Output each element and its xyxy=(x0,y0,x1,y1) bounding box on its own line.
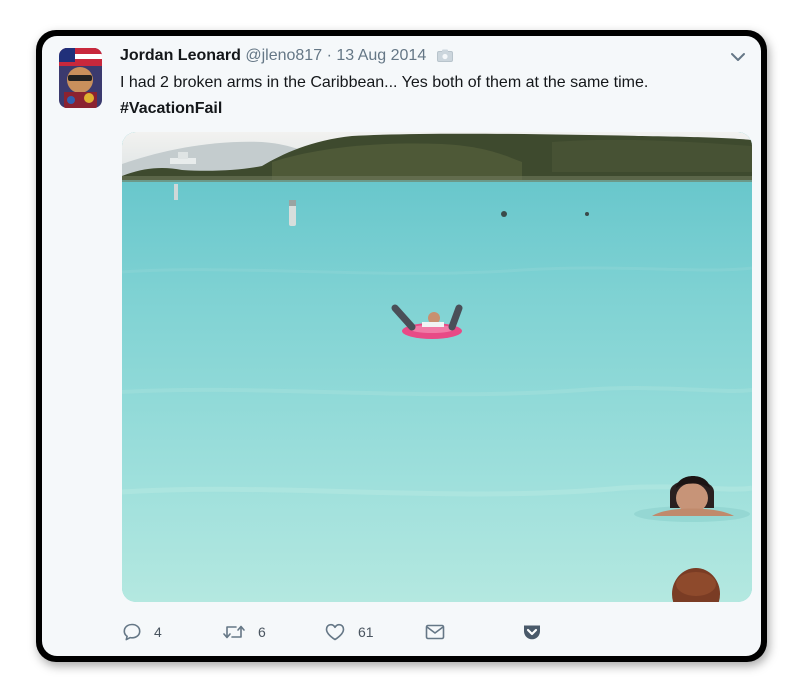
beach-photo xyxy=(122,132,752,602)
tweet-actions: 4 6 61 xyxy=(122,620,642,644)
tweet-date[interactable]: 13 Aug 2014 xyxy=(336,47,426,64)
avatar[interactable] xyxy=(59,48,102,108)
reply-count: 4 xyxy=(154,624,162,640)
envelope-icon xyxy=(425,624,445,640)
tweet-card[interactable]: Jordan Leonard @jleno817 · 13 Aug 2014 I… xyxy=(42,36,761,656)
tweet-text: I had 2 broken arms in the Caribbean... … xyxy=(120,74,649,91)
author-handle[interactable]: @jleno817 xyxy=(245,47,322,64)
like-button[interactable]: 61 xyxy=(324,620,374,644)
like-count: 61 xyxy=(358,624,374,640)
chevron-down-icon[interactable] xyxy=(729,50,747,64)
screenshot-frame: Jordan Leonard @jleno817 · 13 Aug 2014 I… xyxy=(36,30,767,662)
tweet-photo[interactable] xyxy=(122,132,752,602)
author-name[interactable]: Jordan Leonard xyxy=(120,47,241,64)
retweet-icon xyxy=(223,625,245,639)
reply-button[interactable]: 4 xyxy=(122,620,162,644)
direct-message-button[interactable] xyxy=(424,620,446,644)
camera-icon xyxy=(436,48,453,68)
pocket-button[interactable] xyxy=(522,620,542,644)
hashtag-link[interactable]: #VacationFail xyxy=(120,98,222,120)
retweet-button[interactable]: 6 xyxy=(222,620,266,644)
meta-separator: · xyxy=(326,47,332,64)
heart-icon xyxy=(325,623,345,641)
retweet-count: 6 xyxy=(258,624,266,640)
pocket-icon xyxy=(524,625,540,640)
tweet-header: Jordan Leonard @jleno817 · 13 Aug 2014 xyxy=(120,46,453,68)
reply-icon xyxy=(123,623,141,641)
